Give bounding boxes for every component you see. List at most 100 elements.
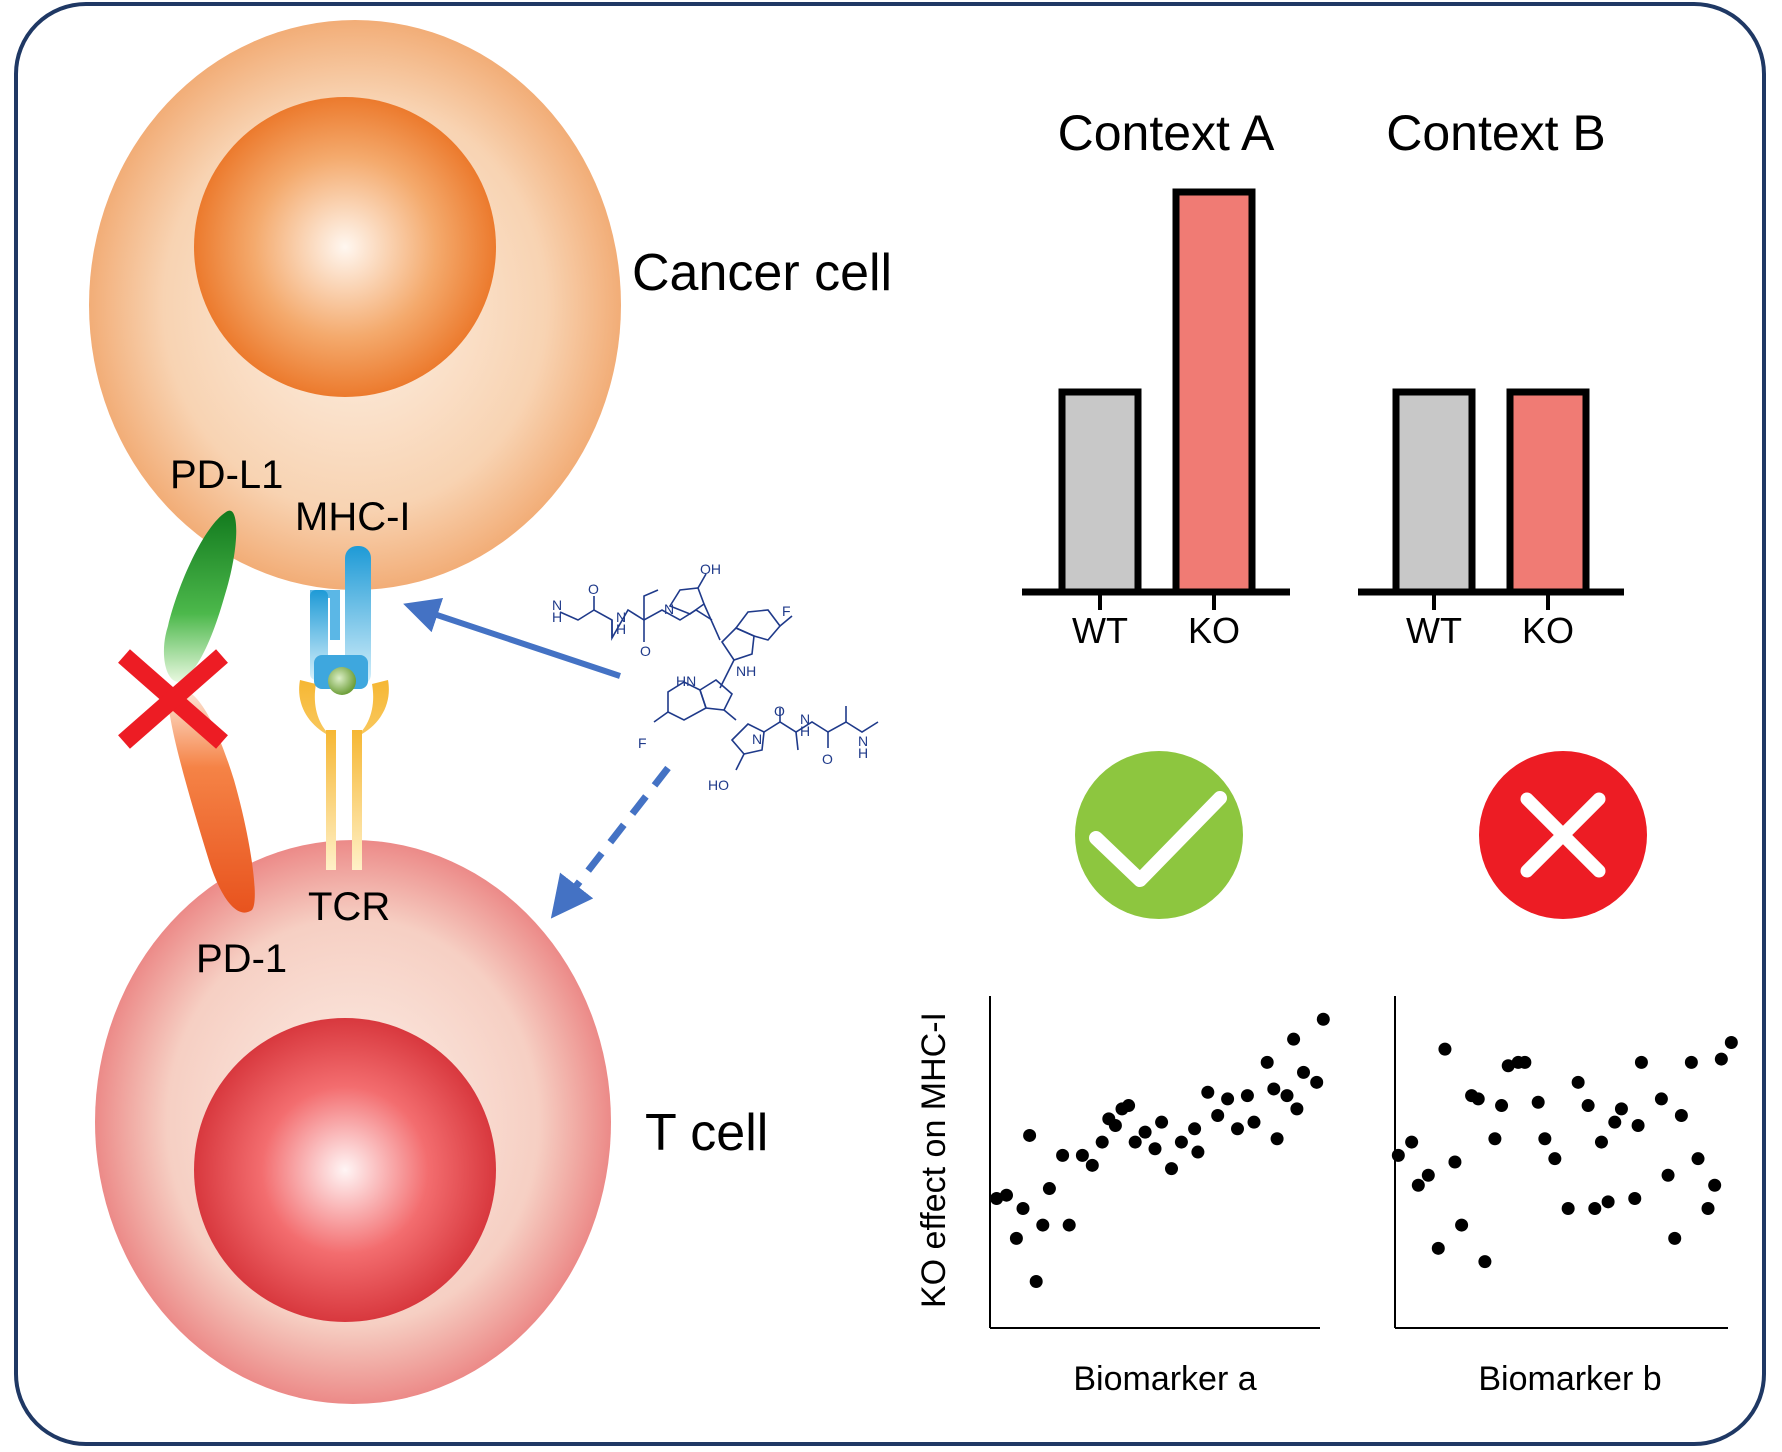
scatter-point — [1191, 1145, 1205, 1159]
scatter-point — [1270, 1132, 1284, 1146]
svg-text:NH: NH — [736, 663, 756, 679]
chart-title: Context A — [1058, 105, 1275, 161]
scatter-point — [1155, 1115, 1169, 1129]
scatter-point — [1260, 1055, 1274, 1069]
scatter-point — [1455, 1218, 1469, 1232]
scatter-point — [1201, 1085, 1215, 1099]
scatter-point — [1267, 1082, 1281, 1096]
chart-title: Context B — [1386, 105, 1606, 161]
scatter-point — [1701, 1201, 1715, 1215]
scatter-point — [1495, 1099, 1509, 1113]
bar-wt — [1058, 388, 1142, 596]
scatter-point — [1000, 1188, 1013, 1202]
t-cell-nucleus — [194, 1018, 496, 1322]
scatter-point — [1594, 1135, 1608, 1149]
scatter-point — [1036, 1218, 1050, 1232]
scatter-point — [1668, 1231, 1682, 1245]
scatter-point — [1310, 1075, 1324, 1089]
svg-text:N: N — [664, 601, 674, 617]
scatter-point — [1684, 1055, 1698, 1069]
peptide-antigen — [328, 667, 356, 695]
scatter-point — [1211, 1109, 1225, 1123]
scatter-point — [1581, 1099, 1595, 1113]
t-cell-label: T cell — [645, 1104, 768, 1162]
scatter-point — [1421, 1168, 1435, 1182]
svg-text:HO: HO — [708, 777, 729, 793]
scatter-point — [1634, 1055, 1648, 1069]
x-circle-icon — [1479, 751, 1647, 919]
scatter-point — [1431, 1241, 1445, 1255]
scatter-point — [1023, 1128, 1037, 1142]
svg-text:O: O — [774, 703, 785, 719]
cancer-cell-label: Cancer cell — [632, 244, 892, 302]
bar-ko — [1506, 388, 1590, 596]
svg-text:H: H — [858, 745, 868, 761]
svg-text:O: O — [822, 751, 833, 767]
scatter-point — [1391, 1148, 1405, 1162]
svg-text:H: H — [616, 621, 626, 637]
scatter-point — [1548, 1152, 1562, 1166]
scatter-point — [1438, 1042, 1452, 1056]
svg-text:OH: OH — [700, 561, 721, 577]
scatter-point — [1128, 1135, 1142, 1149]
scatter-point — [1029, 1275, 1043, 1289]
svg-text:N: N — [752, 731, 762, 747]
scatter-point — [1561, 1201, 1575, 1215]
scatter-point — [1588, 1201, 1602, 1215]
scatter-point — [1628, 1192, 1642, 1206]
scatter-point — [1448, 1155, 1462, 1169]
scatter-point — [1221, 1092, 1235, 1106]
x-axis-label: Biomarker a — [1073, 1360, 1256, 1398]
scatter-point — [1608, 1115, 1622, 1129]
scatter-point — [1122, 1099, 1136, 1113]
scatter-point — [1280, 1089, 1294, 1103]
scatter-point — [1056, 1148, 1070, 1162]
scatter-point — [1009, 1231, 1023, 1245]
scatter-point — [1708, 1178, 1722, 1192]
scatter-point — [1538, 1132, 1552, 1146]
scatter-point — [1148, 1142, 1162, 1156]
scatter-point — [1108, 1118, 1122, 1132]
svg-text:HN: HN — [676, 673, 696, 689]
scatter-point — [1571, 1075, 1585, 1089]
tick-label-ko: KO — [1188, 610, 1240, 651]
scatter-point — [1614, 1102, 1628, 1116]
tick-label-wt: WT — [1406, 610, 1462, 651]
scatter-point — [1316, 1012, 1330, 1026]
scatter-point — [1075, 1148, 1089, 1162]
svg-text:F: F — [782, 603, 791, 619]
scatter-point — [1085, 1158, 1099, 1172]
scatter-point — [1724, 1035, 1738, 1049]
scatter-point — [1478, 1255, 1492, 1269]
svg-text:O: O — [588, 581, 599, 597]
cancer-cell-nucleus — [194, 97, 496, 397]
scatter-point — [1674, 1109, 1688, 1123]
scatter-point — [1016, 1201, 1030, 1215]
scatter-point — [1188, 1122, 1202, 1136]
check-circle-icon — [1075, 751, 1243, 919]
scatter-point — [1174, 1135, 1188, 1149]
scatter-point — [1297, 1065, 1310, 1079]
svg-text:F: F — [638, 735, 647, 751]
tcr-label: TCR — [308, 885, 390, 929]
scatter-point — [1601, 1195, 1615, 1209]
scatter-point — [1062, 1218, 1076, 1232]
mhc-i-label: MHC-I — [295, 495, 411, 539]
scatter-point — [1405, 1135, 1419, 1149]
svg-text:H: H — [552, 609, 562, 625]
scatter-point — [1661, 1168, 1675, 1182]
scatter-point — [1042, 1182, 1056, 1196]
scatter-point — [1471, 1092, 1485, 1106]
svg-text:O: O — [640, 643, 651, 659]
scatter-point — [1691, 1152, 1705, 1166]
tick-label-ko: KO — [1522, 610, 1574, 651]
diagram-canvas: Cancer cell T cell PD-L1 MHC-I TCR PD-1 — [14, 2, 1766, 1446]
scatter-point — [1631, 1118, 1645, 1132]
scatter-point — [1714, 1052, 1728, 1066]
svg-text:H: H — [800, 723, 810, 739]
scatter-point — [1411, 1178, 1425, 1192]
pd-l1-label: PD-L1 — [170, 453, 283, 497]
scatter-point — [1290, 1102, 1304, 1116]
y-axis-label: KO effect on MHC-I — [915, 1012, 953, 1308]
scatter-point — [1488, 1132, 1502, 1146]
